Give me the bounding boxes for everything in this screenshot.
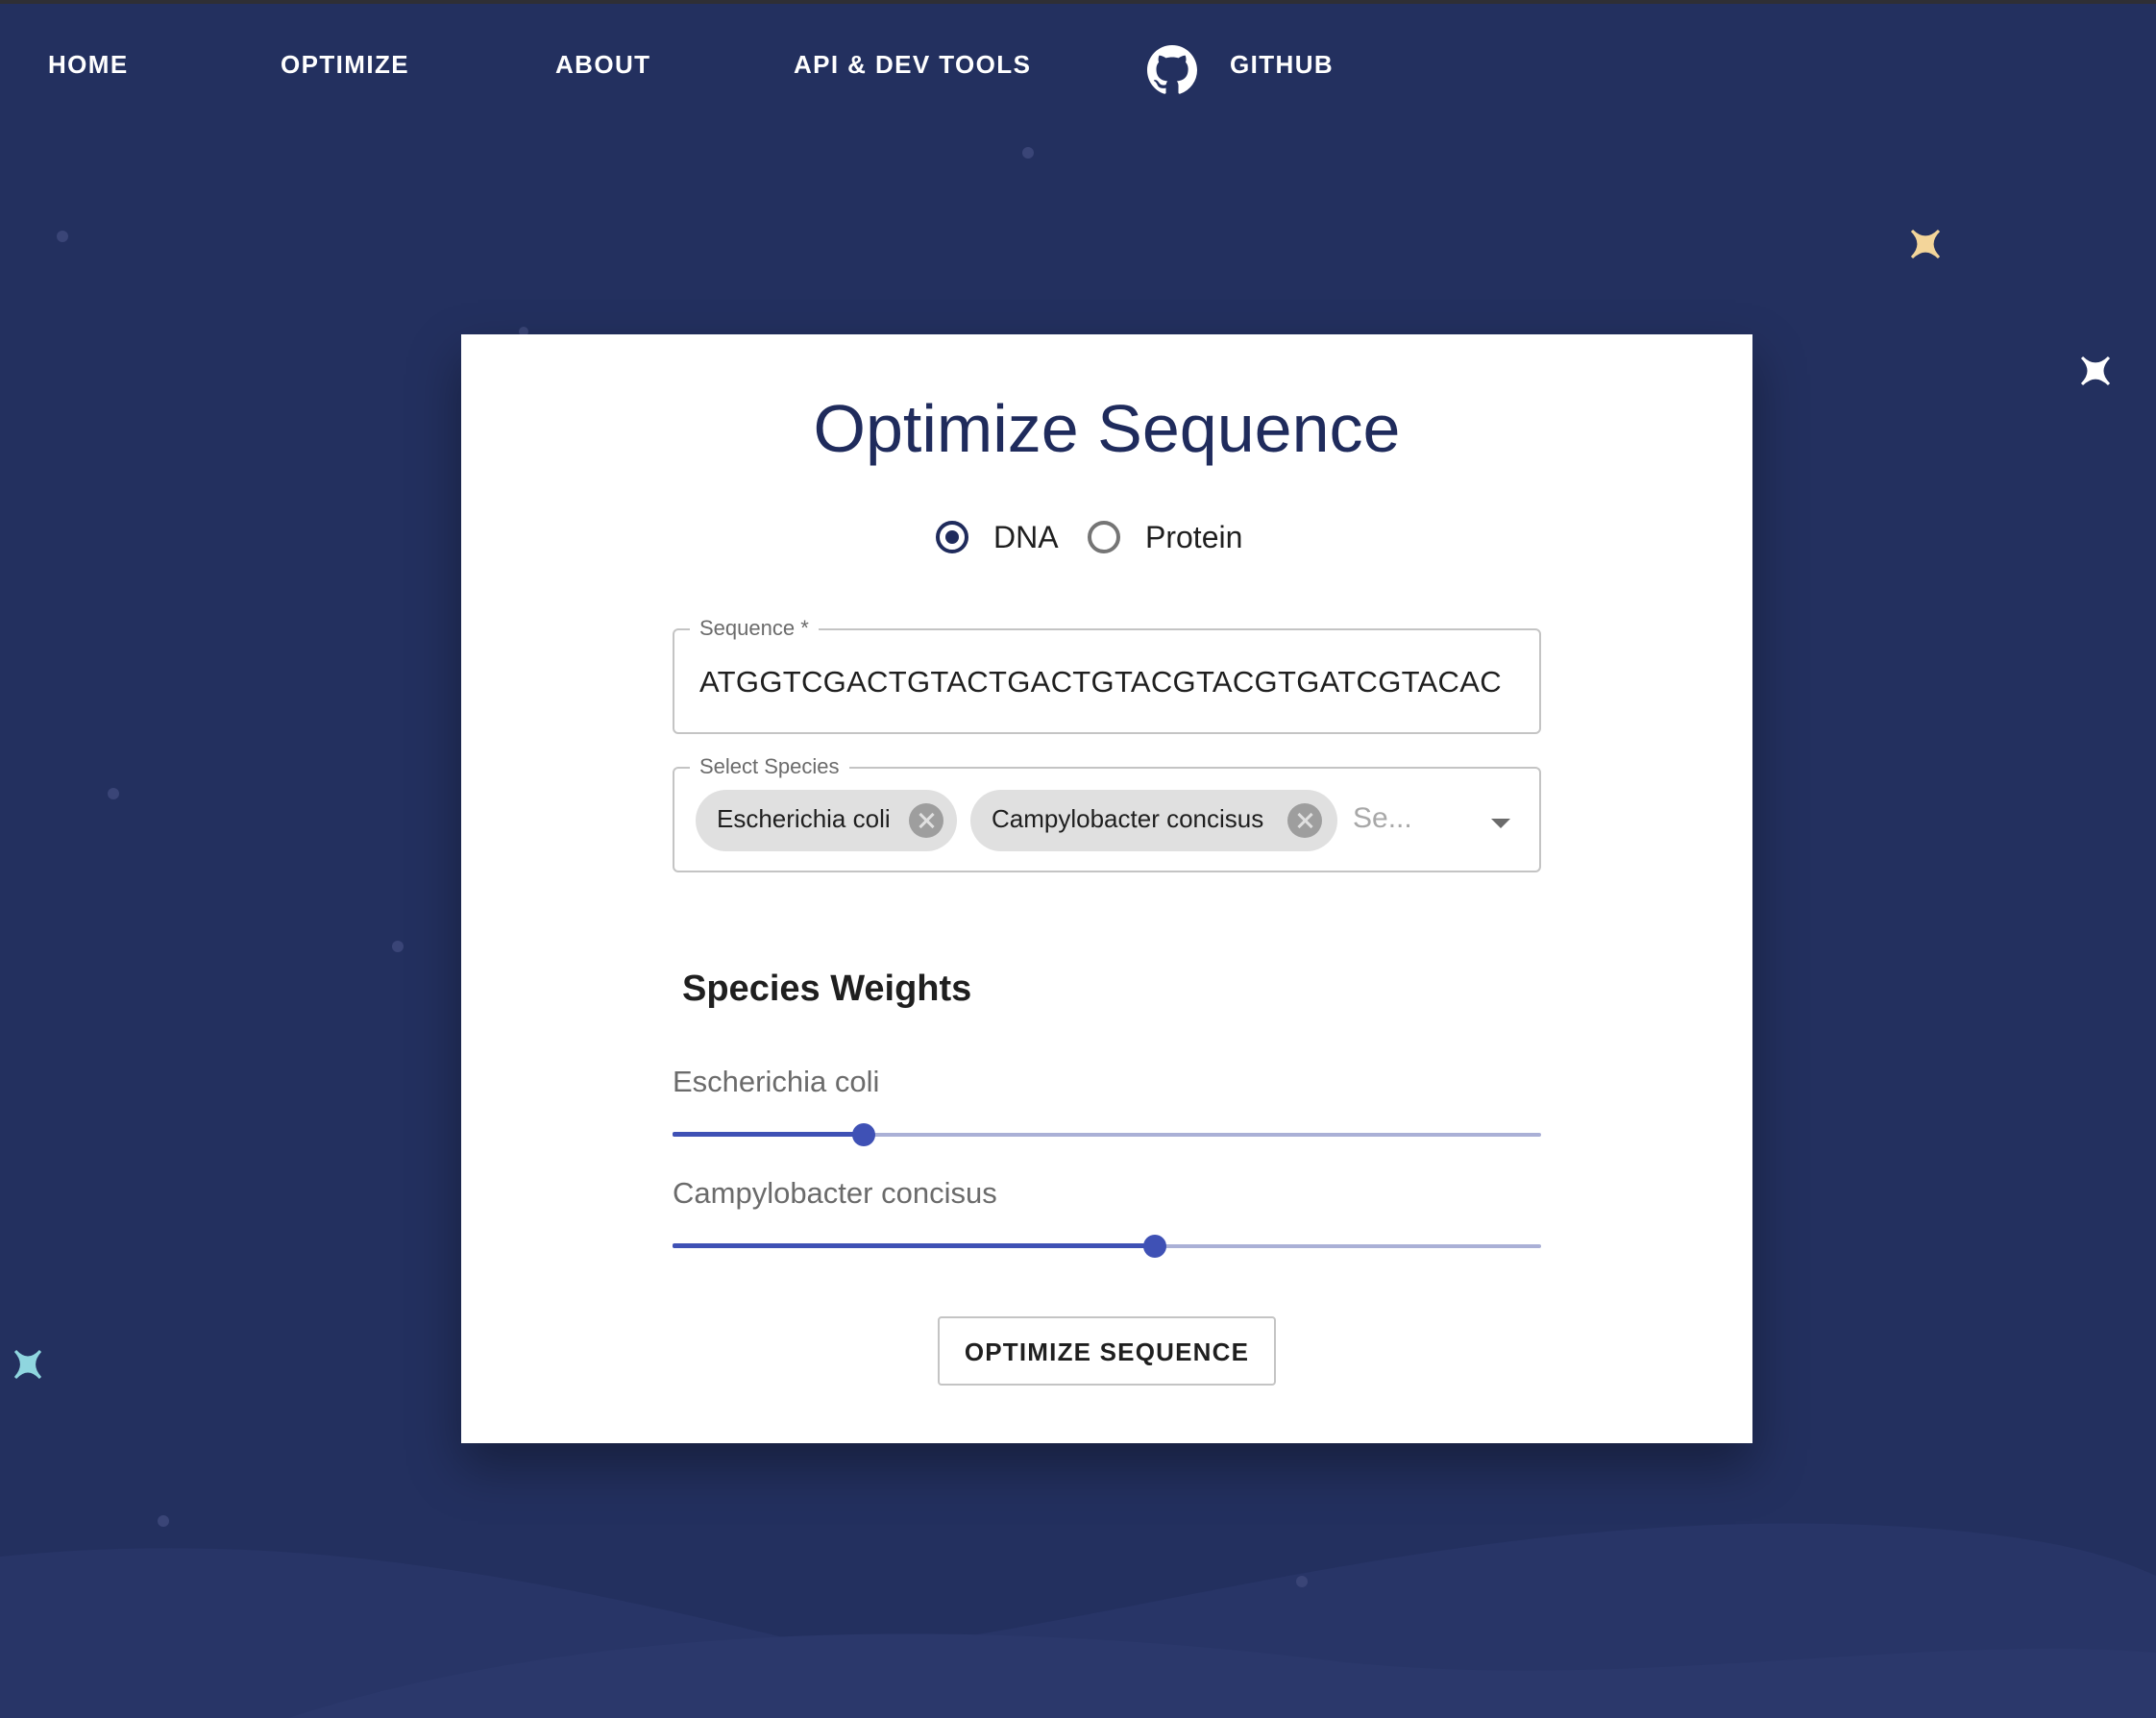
species-chip-label: Campylobacter concisus (992, 804, 1264, 833)
radio-dna[interactable]: DNA (936, 517, 1070, 561)
slider-label-campylobacter-concisus: Campylobacter concisus (673, 1176, 997, 1210)
radio-dna-label: DNA (993, 520, 1059, 554)
radio-dna-checked-icon (936, 521, 968, 553)
species-chip-escherichia-coli: Escherichia coli (696, 790, 957, 851)
sequence-type-radio-group: DNA Protein (461, 517, 1752, 565)
optimize-card: Optimize Sequence DNA Protein Sequence *… (461, 334, 1752, 1443)
star-dot (108, 788, 119, 799)
top-navigation: HOME OPTIMIZE ABOUT API & DEV TOOLS GITH… (0, 4, 2156, 129)
page-title: Optimize Sequence (813, 391, 1401, 466)
sequence-value[interactable]: ATGGTCGACTGTACTGACTGTACGTACGTGATCGTACAC (699, 665, 1502, 699)
chip-remove-icon[interactable] (1287, 803, 1322, 838)
sparkle-star-teal (13, 1349, 42, 1380)
species-field-label: Select Species (690, 753, 849, 780)
sequence-field-label: Sequence * (690, 615, 819, 642)
weight-slider-escherichia-coli[interactable] (673, 1120, 1541, 1149)
species-weights-title: Species Weights (682, 969, 972, 1009)
slider-thumb[interactable] (851, 1123, 875, 1146)
species-select-field[interactable]: Select Species Escherichia coli Campylob… (673, 753, 1541, 872)
dropdown-caret-icon[interactable] (1491, 819, 1510, 828)
nav-api-dev-tools[interactable]: API & DEV TOOLS (794, 50, 1031, 80)
species-chip-campylobacter-concisus: Campylobacter concisus (970, 790, 1337, 851)
nav-github[interactable]: GITHUB (1230, 50, 1334, 80)
github-icon[interactable] (1147, 45, 1197, 95)
star-dot (158, 1515, 169, 1527)
star-dot (1022, 147, 1034, 159)
species-chip-label: Escherichia coli (717, 804, 891, 833)
star-dot (392, 941, 404, 952)
nav-optimize[interactable]: OPTIMIZE (281, 50, 409, 80)
sparkle-star-gold (1910, 229, 1941, 259)
nav-about[interactable]: ABOUT (555, 50, 650, 80)
radio-protein-unchecked-icon (1088, 521, 1120, 553)
slider-track (673, 1132, 864, 1137)
sparkle-star-white (2080, 356, 2111, 386)
radio-protein[interactable]: Protein (1088, 517, 1280, 561)
species-search-input[interactable] (1351, 801, 1470, 836)
star-dot (57, 231, 68, 242)
nav-home[interactable]: HOME (48, 50, 129, 80)
sequence-field[interactable]: Sequence * ATGGTCGACTGTACTGACTGTACGTACGT… (673, 615, 1541, 734)
slider-track (673, 1243, 1155, 1248)
chip-remove-icon[interactable] (909, 803, 943, 838)
star-dot (1296, 1576, 1308, 1587)
weight-slider-campylobacter-concisus[interactable] (673, 1232, 1541, 1261)
slider-label-escherichia-coli: Escherichia coli (673, 1065, 880, 1098)
radio-protein-label: Protein (1145, 520, 1243, 554)
optimize-sequence-button[interactable]: OPTIMIZE SEQUENCE (938, 1316, 1276, 1386)
slider-thumb[interactable] (1142, 1235, 1166, 1258)
